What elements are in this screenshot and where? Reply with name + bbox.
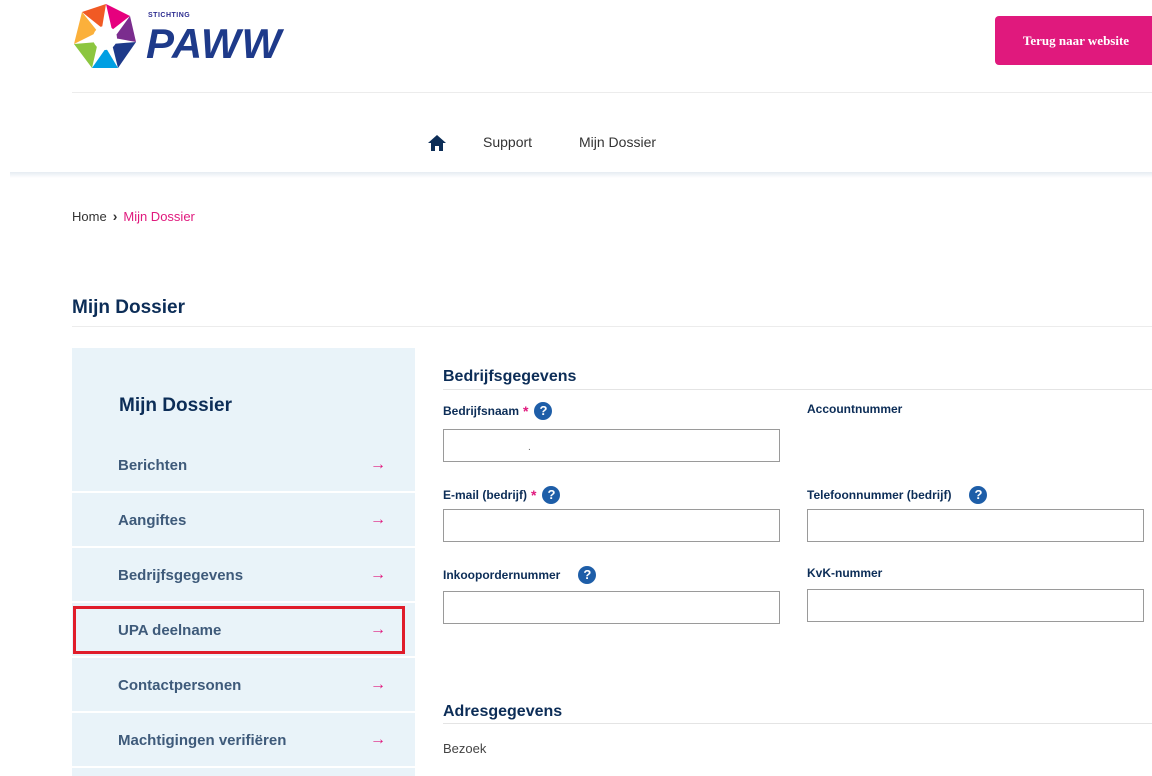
dossier-sidebar: Mijn Dossier Berichten → Aangiftes → Bed… [72,348,415,776]
nav-support[interactable]: Support [483,134,532,150]
email-label-text: E-mail (bedrijf) [443,488,528,502]
company-name-field[interactable]: . [443,429,780,462]
chevron-right-icon: › [112,208,118,224]
sidebar-item-machtigingen[interactable]: Machtigingen verifiëren → [72,714,415,768]
section-divider [443,389,1152,390]
arrow-right-icon: → [370,566,386,583]
highlight-box [73,606,405,654]
arrow-right-icon: → [370,731,386,748]
visit-address-label: Bezoek [443,741,487,756]
phone-label-text: Telefoonnummer (bedrijf) [807,488,952,502]
main-nav: Support Mijn Dossier [0,130,1152,160]
email-field[interactable] [443,509,780,542]
company-name-label: Bedrijfsnaam * ? [443,402,553,420]
account-number-label: Accountnummer [807,402,903,416]
section-title-company: Bedrijfsgegevens [443,368,577,385]
arrow-right-icon: → [370,676,386,693]
help-icon[interactable]: ? [542,486,561,504]
required-mark: * [531,487,537,503]
nav-divider [10,172,1152,178]
section-divider [443,723,1152,724]
paww-logo[interactable]: STICHTING PAWW [72,2,282,80]
breadcrumb: Home › Mijn Dossier [72,208,195,224]
section-title-address: Adresgegevens [443,703,563,720]
paww-logo-mark-icon [74,4,136,68]
purchase-order-label: Inkoopordernummer ? [443,566,597,584]
sidebar-item-aangiftes[interactable]: Aangiftes → [72,494,415,548]
purchase-order-label-text: Inkoopordernummer [443,568,561,582]
sidebar-title: Mijn Dossier [119,395,232,416]
required-mark: * [523,403,529,419]
phone-field[interactable] [807,509,1144,542]
sidebar-item-label: Aangiftes [118,511,187,529]
home-icon[interactable] [428,135,446,151]
nav-mijn-dossier[interactable]: Mijn Dossier [579,134,656,150]
logo-wordmark: PAWW [146,20,283,67]
sidebar-item-label: Bedrijfsgegevens [118,566,244,584]
purchase-order-field[interactable] [443,591,780,624]
page-title: Mijn Dossier [72,297,185,318]
help-icon[interactable]: ? [578,566,597,584]
header-divider [72,92,1152,93]
back-to-website-button[interactable]: Terug naar website [995,16,1152,65]
sidebar-item-berichten[interactable]: Berichten → [72,439,415,493]
title-divider [72,326,1152,327]
sidebar-item-bedrijfsgegevens[interactable]: Bedrijfsgegevens → [72,549,415,603]
help-icon[interactable]: ? [969,486,988,504]
sidebar-item-contactpersonen[interactable]: Contactpersonen → [72,659,415,713]
email-label: E-mail (bedrijf) * ? [443,486,561,504]
kvk-label: KvK-nummer [807,566,883,580]
sidebar-item-label: Machtigingen verifiëren [118,731,287,749]
arrow-right-icon: → [370,511,386,528]
breadcrumb-home[interactable]: Home [72,209,107,224]
sidebar-item-label: Contactpersonen [118,676,242,694]
kvk-field[interactable] [807,589,1144,622]
breadcrumb-current: Mijn Dossier [123,208,195,224]
help-icon[interactable]: ? [534,402,553,420]
site-header: STICHTING PAWW Terug naar website [0,0,1152,92]
sidebar-item-label: Berichten [118,456,188,474]
phone-label: Telefoonnummer (bedrijf) ? [807,486,988,504]
company-name-label-text: Bedrijfsnaam [443,404,520,418]
arrow-right-icon: → [370,456,386,473]
logo-small-text: STICHTING [148,12,191,19]
